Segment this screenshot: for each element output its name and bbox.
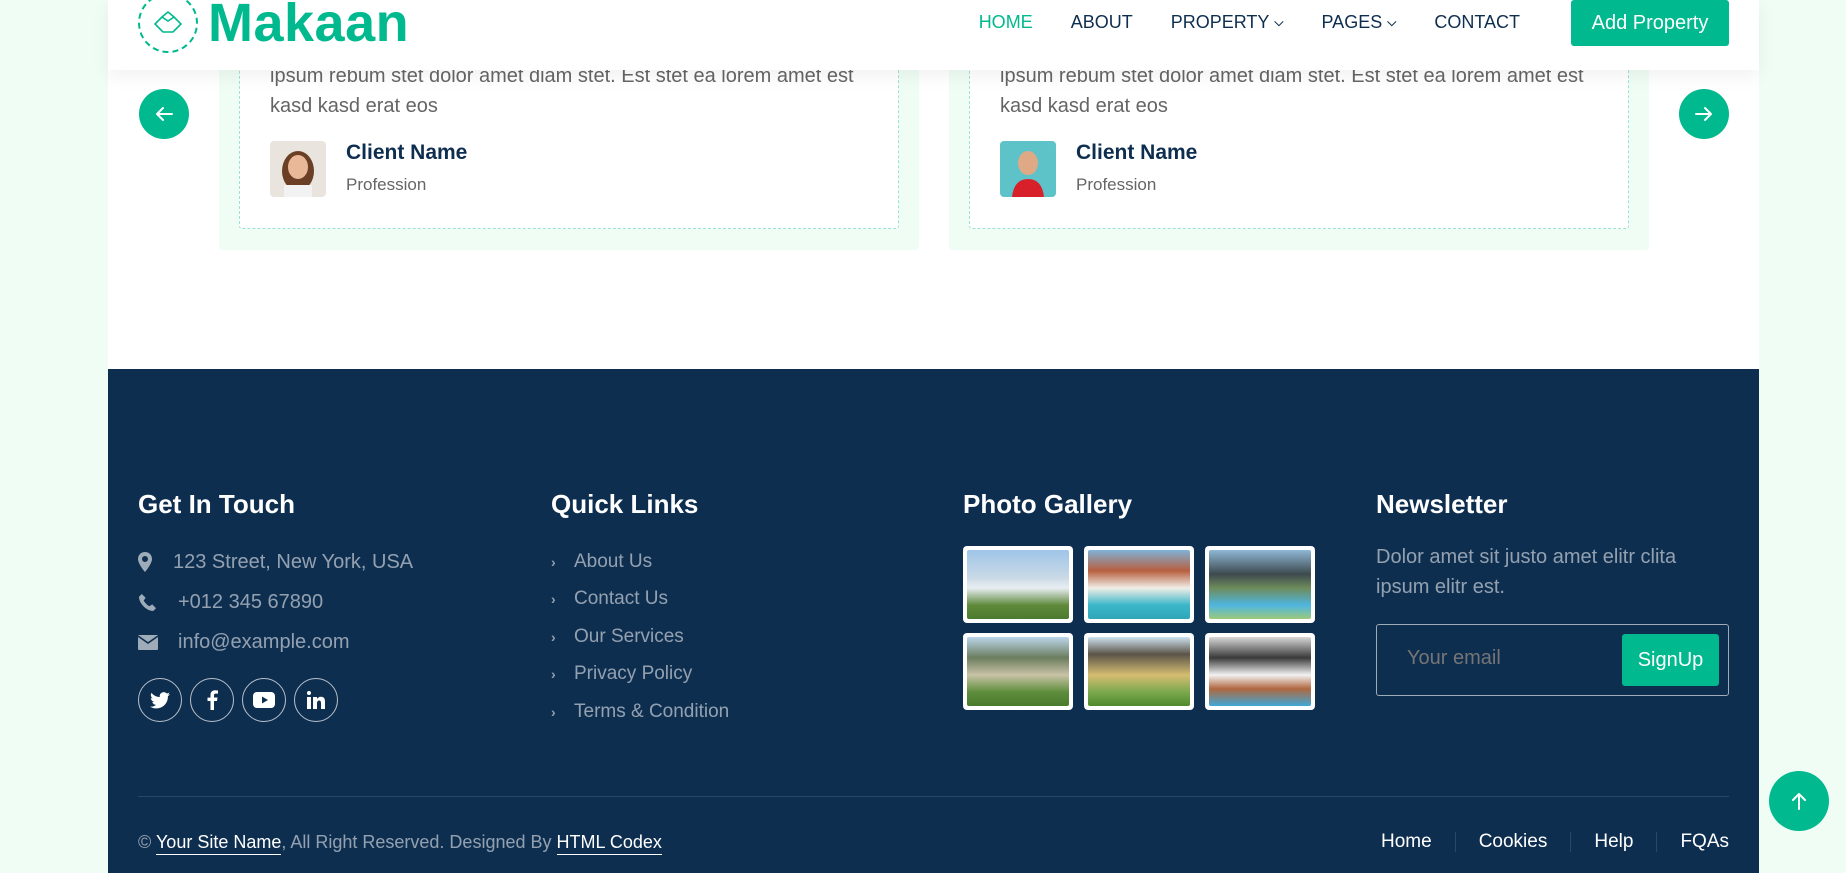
footer-photo-gallery: Photo Gallery [963, 489, 1315, 710]
nav-pages-label: PAGES [1321, 12, 1383, 32]
phone-icon [138, 593, 178, 612]
footer-col-title: Newsletter [1376, 489, 1508, 519]
gallery-image[interactable] [1084, 546, 1194, 623]
footer-quick-links: Quick Links › About Us › Contact Us › Our S… [551, 489, 729, 731]
footer-link-terms[interactable]: › Terms & Condition [551, 693, 729, 731]
linkedin-icon[interactable] [294, 678, 338, 722]
footer-link-about[interactable]: › About Us [551, 543, 729, 581]
nav-property-label: PROPERTY [1170, 12, 1270, 32]
youtube-icon[interactable] [242, 678, 286, 722]
facebook-icon[interactable] [190, 678, 234, 722]
footer-link-services[interactable]: › Our Services [551, 618, 729, 656]
footer-menu-help[interactable]: Help [1571, 832, 1658, 852]
copyright-text: , All Right Reserved. Designed By [281, 832, 552, 852]
footer-menu-home[interactable]: Home [1358, 832, 1456, 852]
contact-address: 123 Street, New York, USA [138, 542, 413, 582]
client-profession: Profession [346, 175, 427, 194]
contact-address-text: 123 Street, New York, USA [173, 550, 414, 573]
nav-contact-label: CONTACT [1434, 12, 1520, 32]
add-property-button[interactable]: Add Property [1571, 0, 1729, 46]
chevron-down-icon: ⌵ [1274, 15, 1284, 29]
footer-newsletter: Newsletter Dolor amet sit justo amet eli… [1376, 489, 1729, 696]
nav-property-dropdown[interactable]: PROPERTY ⌵ [1152, 12, 1303, 32]
arrow-right-icon [1695, 107, 1712, 121]
nav-about[interactable]: ABOUT [1052, 12, 1152, 32]
designer-link[interactable]: HTML Codex [556, 832, 662, 855]
footer-link-privacy[interactable]: › Privacy Policy [551, 656, 729, 694]
footer-link-label: About Us [574, 550, 653, 572]
footer-link-label: Our Services [574, 625, 684, 647]
nav-about-label: ABOUT [1070, 12, 1133, 32]
carousel-next-button[interactable] [1679, 89, 1729, 139]
contact-email-text: info@example.com [178, 630, 350, 653]
footer-link-label: Terms & Condition [574, 700, 730, 722]
footer-link-label: Contact Us [574, 588, 668, 610]
gallery-image[interactable] [1205, 546, 1315, 623]
nav-contact[interactable]: CONTACT [1415, 12, 1539, 32]
footer-link-contact[interactable]: › Contact Us [551, 581, 729, 619]
testimonial-text: ipsum rebum stet dolor amet diam stet. E… [1000, 65, 1584, 117]
page-container: ipsum rebum stet dolor amet diam stet. E… [108, 0, 1759, 873]
copyright: © Your Site Name, All Right Reserved. De… [138, 832, 662, 855]
testimonial-text: ipsum rebum stet dolor amet diam stet. E… [270, 65, 854, 117]
chevron-down-icon: ⌵ [1387, 15, 1397, 29]
chevron-right-icon: › [551, 628, 556, 645]
chevron-right-icon: › [551, 703, 556, 720]
site-name-link[interactable]: Your Site Name [155, 832, 282, 855]
client-name: Client Name [1076, 141, 1198, 164]
chevron-right-icon: › [551, 666, 556, 683]
gallery-image[interactable] [1205, 633, 1315, 710]
signup-button[interactable]: SignUp [1622, 634, 1719, 686]
client-name: Client Name [346, 141, 468, 164]
brand-logo[interactable]: Makaan [138, 0, 409, 54]
footer: Get In Touch 123 Street, New York, USA +… [108, 369, 1759, 873]
copyright-symbol: © [138, 832, 152, 852]
footer-get-in-touch: Get In Touch 123 Street, New York, USA +… [138, 489, 413, 722]
gallery-image[interactable] [963, 546, 1073, 623]
footer-menu-cookies[interactable]: Cookies [1456, 832, 1572, 852]
gallery-grid [963, 546, 1315, 710]
gallery-image[interactable] [963, 633, 1073, 710]
back-to-top-button[interactable] [1769, 771, 1829, 831]
envelope-icon [138, 634, 178, 650]
client-avatar [1000, 141, 1056, 197]
client-profession: Profession [1076, 175, 1157, 194]
nav-pages-dropdown[interactable]: PAGES ⌵ [1303, 12, 1416, 32]
contact-phone: +012 345 67890 [138, 582, 413, 622]
footer-divider [138, 796, 1729, 797]
newsletter-text: Dolor amet sit justo amet elitr clita ip… [1376, 546, 1677, 598]
newsletter-form: SignUp [1376, 624, 1729, 696]
handshake-icon [138, 0, 198, 53]
twitter-icon[interactable] [138, 678, 182, 722]
footer-col-title: Quick Links [551, 489, 699, 519]
newsletter-email-input[interactable] [1407, 647, 1607, 670]
testimonial-item-2: ipsum rebum stet dolor amet diam stet. E… [949, 40, 1649, 250]
map-marker-icon [138, 552, 173, 572]
nav-home[interactable]: HOME [960, 12, 1052, 32]
testimonial-item-1: ipsum rebum stet dolor amet diam stet. E… [219, 40, 919, 250]
navbar: Makaan HOME ABOUT PROPERTY ⌵ PAGES ⌵ CONTA… [108, 0, 1759, 70]
contact-phone-text: +012 345 67890 [178, 590, 324, 613]
contact-email: info@example.com [138, 622, 413, 662]
brand-name: Makaan [208, 0, 410, 53]
nav-home-label: HOME [978, 12, 1033, 32]
footer-menu-faqs[interactable]: FQAs [1657, 832, 1729, 852]
social-links [138, 678, 413, 722]
arrow-left-icon [156, 107, 173, 121]
client-avatar [270, 141, 326, 197]
gallery-image[interactable] [1084, 633, 1194, 710]
chevron-right-icon: › [551, 591, 556, 608]
carousel-prev-button[interactable] [139, 89, 189, 139]
chevron-right-icon: › [551, 553, 556, 570]
footer-menu: Home Cookies Help FQAs [1358, 832, 1729, 852]
footer-link-label: Privacy Policy [574, 663, 693, 685]
footer-col-title: Photo Gallery [963, 489, 1133, 519]
nav-menu: HOME ABOUT PROPERTY ⌵ PAGES ⌵ CONTACT [960, 12, 1539, 32]
arrow-up-icon [1792, 793, 1806, 810]
footer-col-title: Get In Touch [138, 489, 295, 519]
